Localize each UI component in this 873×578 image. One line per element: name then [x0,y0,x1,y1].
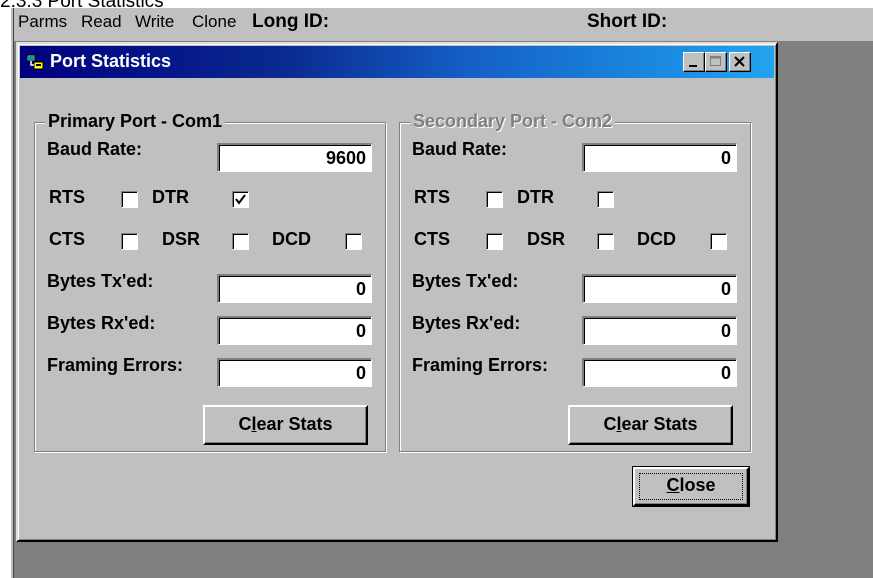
primary-rx-field[interactable]: 0 [217,316,372,345]
primary-dsr-label: DSR [162,229,201,249]
secondary-tx-field[interactable]: 0 [582,274,737,303]
primary-framing-field[interactable]: 0 [217,358,372,387]
app-left-border [10,8,14,578]
menu-read[interactable]: Read [81,12,122,32]
primary-clear-pre: C [238,414,252,434]
short-id-label: Short ID: [587,11,668,32]
secondary-port-group: Secondary Port - Com2 Baud Rate: 0 RTS D… [399,111,751,452]
primary-tx-label: Bytes Tx'ed: [47,271,154,291]
primary-dtr-checkbox[interactable] [232,191,249,208]
primary-dsr-checkbox[interactable] [232,233,249,250]
primary-clear-post: ear Stats [256,414,333,434]
menu-bar: Parms Read Write Clone Long ID: Short ID… [14,8,873,42]
secondary-rts-label: RTS [414,187,450,207]
minimize-icon [689,65,697,67]
secondary-dcd-checkbox[interactable] [710,233,727,250]
primary-port-title: Primary Port - Com1 [45,111,226,132]
secondary-rx-field[interactable]: 0 [582,316,737,345]
secondary-framing-label: Framing Errors: [412,355,549,375]
primary-framing-label: Framing Errors: [47,355,184,375]
secondary-clear-stats-button[interactable]: Clear Stats [568,405,733,445]
close-button[interactable]: Close [632,466,750,507]
primary-rts-label: RTS [49,187,85,207]
focus-rect [639,473,743,500]
dialog-title-bar[interactable]: Port Statistics [20,46,774,78]
secondary-tx-label: Bytes Tx'ed: [412,271,519,291]
primary-cts-checkbox[interactable] [121,233,138,250]
secondary-port-title: Secondary Port - Com2 [410,111,616,132]
port-stats-app-icon [26,53,44,71]
close-window-button[interactable] [729,52,751,72]
maximize-icon [710,56,721,66]
port-statistics-dialog: Port Statistics Primary Port - Com1 Baud… [16,42,778,542]
primary-baud-field[interactable]: 9600 [217,143,372,172]
secondary-dtr-label: DTR [517,187,554,207]
secondary-framing-field[interactable]: 0 [582,358,737,387]
minimize-button[interactable] [683,52,705,72]
primary-dtr-label: DTR [152,187,189,207]
menu-parms[interactable]: Parms [18,12,67,32]
primary-baud-label: Baud Rate: [47,139,143,159]
secondary-dsr-label: DSR [527,229,566,249]
secondary-dcd-label: DCD [637,229,676,249]
primary-rx-label: Bytes Rx'ed: [47,313,156,333]
primary-rts-checkbox[interactable] [121,191,138,208]
close-icon [734,56,745,67]
secondary-baud-label: Baud Rate: [412,139,508,159]
secondary-dtr-checkbox[interactable] [597,191,614,208]
primary-dcd-checkbox[interactable] [345,233,362,250]
primary-dcd-label: DCD [272,229,311,249]
primary-tx-field[interactable]: 0 [217,274,372,303]
secondary-rx-label: Bytes Rx'ed: [412,313,521,333]
secondary-cts-checkbox[interactable] [486,233,503,250]
app-window: Parms Read Write Clone Long ID: Short ID… [10,8,873,578]
secondary-dsr-checkbox[interactable] [597,233,614,250]
workspace-area [14,542,873,578]
secondary-clear-pre: C [603,414,617,434]
checkmark-icon [235,194,246,205]
secondary-clear-post: ear Stats [621,414,698,434]
secondary-rts-checkbox[interactable] [486,191,503,208]
secondary-baud-field[interactable]: 0 [582,143,737,172]
maximize-button[interactable] [705,52,727,72]
primary-cts-label: CTS [49,229,85,249]
primary-clear-stats-button[interactable]: Clear Stats [203,405,368,445]
secondary-cts-label: CTS [414,229,450,249]
primary-port-group: Primary Port - Com1 Baud Rate: 9600 RTS … [34,111,386,452]
menu-clone[interactable]: Clone [192,12,236,32]
menu-write[interactable]: Write [135,12,174,32]
long-id-label: Long ID: [252,11,330,32]
dialog-title: Port Statistics [50,51,172,71]
